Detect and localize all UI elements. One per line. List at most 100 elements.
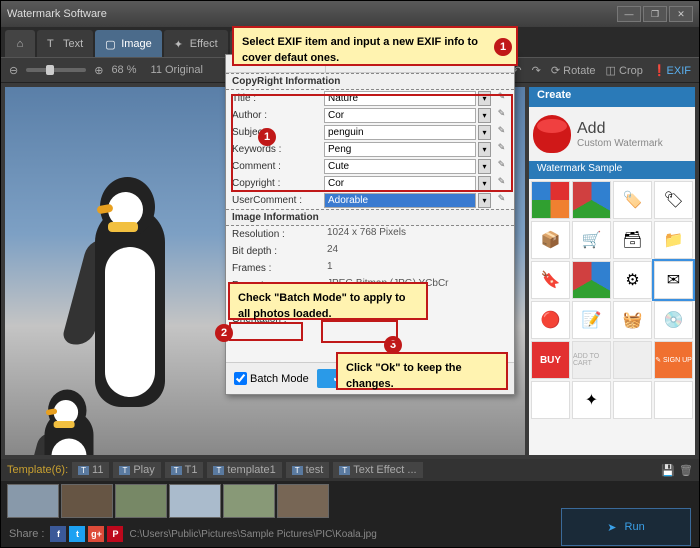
sample-addcart-icon[interactable]: ADD TO CART <box>572 341 611 379</box>
minimize-button[interactable]: ― <box>617 6 641 22</box>
sample-note-icon[interactable]: 📝 <box>572 301 611 339</box>
template-item-2[interactable]: TT1 <box>165 462 204 478</box>
sample-box-icon[interactable]: 📦 <box>531 221 570 259</box>
usercomment-input[interactable] <box>324 193 476 208</box>
dropdown-icon[interactable]: ▾ <box>478 193 491 208</box>
comment-input[interactable] <box>324 159 476 174</box>
run-icon: ➤ <box>607 521 616 534</box>
frames-value: 1 <box>324 261 508 276</box>
effect-tab[interactable]: ✦Effect <box>164 30 228 57</box>
text-tab[interactable]: TText <box>37 30 93 57</box>
template-item-3[interactable]: Ttemplate1 <box>207 462 281 478</box>
sample-mail-icon[interactable]: ✉ <box>654 261 693 299</box>
edit-icon[interactable]: ✎ <box>495 108 508 123</box>
field-label: Comment : <box>232 161 322 172</box>
zoom-out-icon[interactable]: ⊖ <box>9 64 18 77</box>
sample-star-icon[interactable]: ✦ <box>572 381 611 419</box>
sample-pricetag-icon[interactable]: 🔖 <box>531 261 570 299</box>
field-label: Title : <box>232 93 322 104</box>
num-1-icon: 1 <box>258 128 276 146</box>
facebook-icon[interactable]: f <box>50 526 66 542</box>
sample-label-icon[interactable]: 🏷 <box>654 181 693 219</box>
pinterest-icon[interactable]: P <box>107 526 123 542</box>
edit-icon[interactable]: ✎ <box>495 125 508 140</box>
add-label: Add <box>577 120 663 138</box>
sample-blank-3[interactable] <box>654 381 693 419</box>
dropdown-icon[interactable]: ▾ <box>478 125 491 140</box>
exif-button[interactable]: ❗EXIF <box>653 64 691 77</box>
callout-2: Check "Batch Mode" to apply to all photo… <box>228 282 428 320</box>
edit-icon[interactable]: ✎ <box>495 159 508 174</box>
subject-input[interactable] <box>324 125 476 140</box>
sample-lock-icon[interactable]: 📁 <box>654 221 693 259</box>
dropdown-icon[interactable]: ▾ <box>478 159 491 174</box>
sample-stack-icon[interactable]: 🗃 <box>613 221 652 259</box>
edit-icon[interactable]: ✎ <box>495 176 508 191</box>
sample-disk-icon[interactable]: 💿 <box>654 301 693 339</box>
field-label: Keywords : <box>232 144 322 155</box>
dropdown-icon[interactable]: ▾ <box>478 142 491 157</box>
thumbnail[interactable] <box>7 484 59 518</box>
sample-blank-2[interactable] <box>613 381 652 419</box>
dropdown-icon[interactable]: ▾ <box>478 108 491 123</box>
author-input[interactable] <box>324 108 476 123</box>
sample-signup-icon[interactable]: ✎ SIGN UP <box>654 341 693 379</box>
thumbnail[interactable] <box>277 484 329 518</box>
delete-template-icon[interactable]: 🗑 <box>679 464 693 477</box>
original-label[interactable]: 11 Original <box>151 64 203 76</box>
sample-blank-1[interactable] <box>531 381 570 419</box>
image-tab[interactable]: ▢Image <box>95 30 162 57</box>
section-image: Image Information <box>226 209 514 226</box>
field-label: Copyright : <box>232 178 322 189</box>
field-label: Resolution : <box>232 229 322 240</box>
template-item-5[interactable]: TText Effect ... <box>333 462 422 478</box>
sample-basket-icon[interactable]: 🧺 <box>613 301 652 339</box>
rotate-button[interactable]: ⟳ Rotate <box>551 64 596 77</box>
sample-buy-icon[interactable]: BUY <box>531 341 570 379</box>
close-button[interactable]: ✕ <box>669 6 693 22</box>
sample-gear-icon[interactable]: ⚙ <box>613 261 652 299</box>
sample-promo-icon[interactable] <box>613 341 652 379</box>
thumbnail[interactable] <box>169 484 221 518</box>
zoom-value: 68 % <box>111 64 136 76</box>
thumbnail[interactable] <box>61 484 113 518</box>
field-label: Frames : <box>232 263 322 274</box>
keywords-input[interactable] <box>324 142 476 157</box>
sample-chart-icon[interactable] <box>531 181 570 219</box>
field-label: Subject : <box>232 127 322 138</box>
dropdown-icon[interactable]: ▾ <box>478 91 491 106</box>
batch-mode-checkbox[interactable]: Batch Mode <box>234 372 309 385</box>
sample-sale-icon[interactable]: 🔴 <box>531 301 570 339</box>
edit-icon[interactable]: ✎ <box>495 193 508 208</box>
title-input[interactable] <box>324 91 476 106</box>
run-button[interactable]: ➤Run <box>561 508 691 546</box>
zoom-in-icon[interactable]: ⊕ <box>94 64 103 77</box>
save-template-icon[interactable]: 💾 <box>661 464 675 477</box>
edit-icon[interactable]: ✎ <box>495 142 508 157</box>
stamp-icon <box>533 115 571 153</box>
template-item-4[interactable]: Ttest <box>286 462 330 478</box>
twitter-icon[interactable]: t <box>69 526 85 542</box>
crop-button[interactable]: ◫ Crop <box>606 64 643 77</box>
sample-tags-icon[interactable]: 🏷️ <box>613 181 652 219</box>
sample-donut-icon[interactable] <box>572 261 611 299</box>
effect-icon: ✦ <box>174 38 186 50</box>
dropdown-icon[interactable]: ▾ <box>478 176 491 191</box>
sample-cart-icon[interactable]: 🛒 <box>572 221 611 259</box>
callout-3: Click "Ok" to keep the changes. <box>336 352 508 390</box>
zoom-slider[interactable] <box>26 68 86 72</box>
copyright-input[interactable] <box>324 176 476 191</box>
bitdepth-value: 24 <box>324 244 508 259</box>
maximize-button[interactable]: ❐ <box>643 6 667 22</box>
thumbnail[interactable] <box>115 484 167 518</box>
template-item-0[interactable]: T11 <box>72 462 109 478</box>
bottom-bar: Share : f t g+ P C:\Users\Public\Picture… <box>1 521 699 547</box>
add-watermark-button[interactable]: AddCustom Watermark <box>529 107 695 161</box>
edit-icon[interactable]: ✎ <box>495 91 508 106</box>
template-item-1[interactable]: TPlay <box>113 462 160 478</box>
thumbnail[interactable] <box>223 484 275 518</box>
home-tab[interactable]: ⌂ <box>5 30 35 57</box>
sample-pie-icon[interactable] <box>572 181 611 219</box>
googleplus-icon[interactable]: g+ <box>88 526 104 542</box>
redo-icon[interactable]: ↷ <box>532 64 541 77</box>
